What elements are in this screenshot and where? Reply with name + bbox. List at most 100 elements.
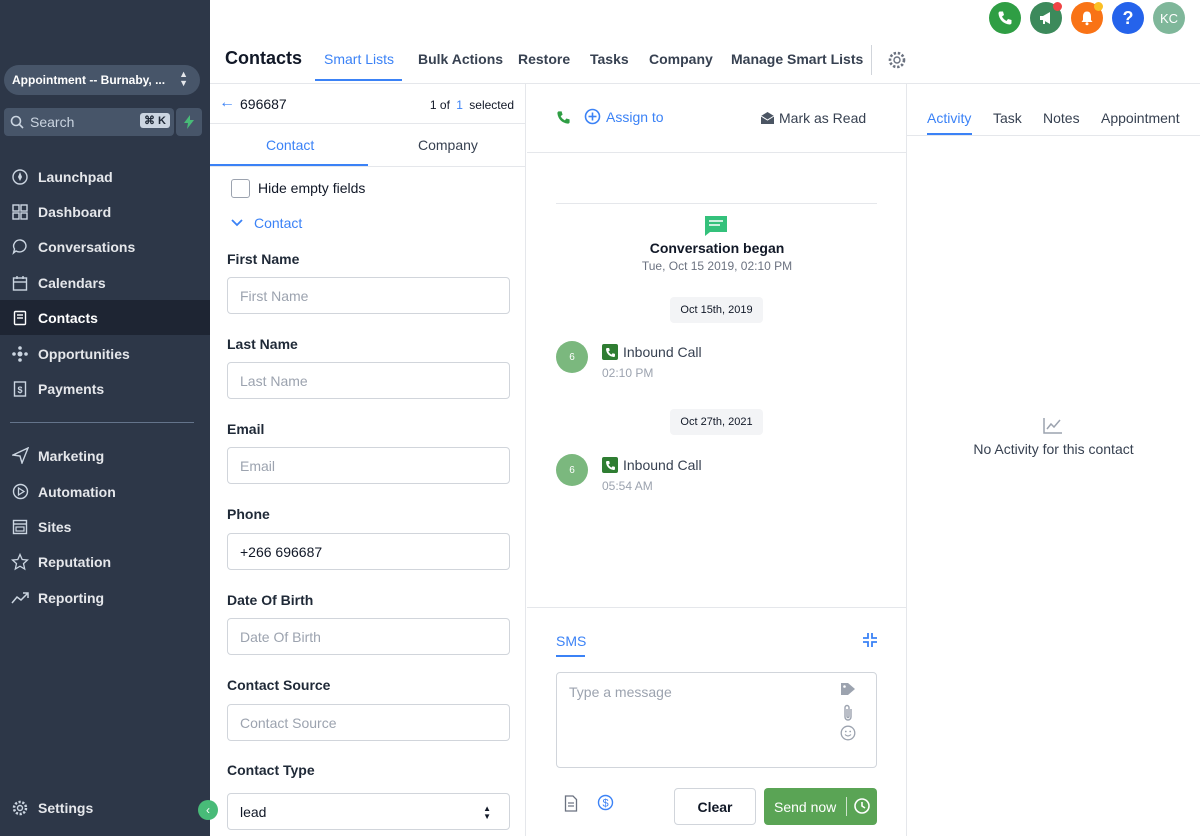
phone-field[interactable]	[227, 533, 510, 570]
back-arrow-icon[interactable]: ←	[219, 94, 235, 112]
call-icon[interactable]	[556, 110, 571, 125]
updown-chevron-icon: ▲ ▼	[483, 804, 491, 821]
email-field[interactable]	[227, 447, 510, 484]
active-tab-indicator	[315, 79, 402, 81]
sidebar-item-payments[interactable]: $ Payments	[0, 371, 210, 406]
sidebar-item-marketing[interactable]: Marketing	[0, 438, 210, 473]
composer-divider	[527, 607, 907, 608]
contact-type-value: lead	[240, 803, 267, 820]
sidebar-item-dashboard[interactable]: Dashboard	[0, 194, 210, 229]
settings-gear-button[interactable]	[887, 50, 907, 75]
location-switcher[interactable]: Appointment -- Burnaby, ... ▲ ▼	[4, 65, 200, 95]
help-button[interactable]: ?	[1112, 2, 1144, 34]
mark-as-read-button[interactable]: Mark as Read	[760, 110, 866, 126]
sidebar-item-calendars[interactable]: Calendars	[0, 265, 210, 300]
phone-label: Phone	[227, 506, 270, 522]
call-event: Inbound Call	[602, 344, 702, 360]
sidebar-item-label: Settings	[38, 799, 94, 816]
date-separator: Oct 15th, 2019	[670, 297, 763, 323]
tab-tasks[interactable]: Tasks	[590, 51, 629, 67]
sidebar-item-label: Marketing	[38, 447, 105, 464]
assign-to-label: Assign to	[606, 108, 664, 125]
tab-smart-lists[interactable]: Smart Lists	[324, 51, 394, 67]
sidebar-item-automation[interactable]: Automation	[0, 474, 210, 509]
dob-label: Date Of Birth	[227, 592, 314, 608]
call-type: Inbound Call	[623, 344, 702, 360]
announcements-button[interactable]	[1030, 2, 1062, 34]
activity-panel: Activity Task Notes Appointment No Activ…	[907, 84, 1200, 836]
tab-company[interactable]: Company	[649, 51, 713, 67]
sidebar-item-sites[interactable]: Sites	[0, 509, 210, 544]
assign-to-button[interactable]: Assign to	[584, 108, 664, 125]
last-name-field[interactable]	[227, 362, 510, 399]
quick-action-button[interactable]	[176, 108, 202, 136]
rocket-icon	[10, 167, 30, 187]
tab-sms[interactable]: SMS	[556, 633, 586, 649]
sidebar-divider	[10, 422, 194, 423]
sidebar-item-reporting[interactable]: Reporting	[0, 580, 210, 615]
star-icon	[10, 552, 30, 572]
sidebar-item-launchpad[interactable]: Launchpad	[0, 159, 210, 194]
call-time: 05:54 AM	[602, 479, 653, 493]
contact-source-field[interactable]	[227, 704, 510, 741]
sidebar-item-conversations[interactable]: Conversations	[0, 229, 210, 264]
document-icon[interactable]	[564, 795, 578, 812]
contact-section-toggle[interactable]: Contact	[230, 215, 302, 231]
sidebar-item-label: Reputation	[38, 553, 112, 570]
search-input[interactable]: Search ⌘ K	[4, 108, 174, 136]
phone-icon	[998, 11, 1012, 25]
conversation-header: Assign to Mark as Read	[527, 84, 907, 153]
chat-icon	[10, 237, 30, 257]
phone-button[interactable]	[989, 2, 1021, 34]
search-shortcut: ⌘ K	[140, 113, 170, 128]
sidebar-item-settings[interactable]: Settings	[0, 790, 210, 825]
message-icon	[705, 216, 727, 236]
emoji-icon[interactable]	[840, 725, 856, 741]
tab-notes[interactable]: Notes	[1043, 110, 1080, 126]
collapse-composer-icon[interactable]	[862, 632, 878, 648]
sidebar-item-opportunities[interactable]: Opportunities	[0, 336, 210, 371]
collapse-sidebar-button[interactable]: ‹	[198, 800, 218, 820]
contact-details-panel: ← 696687 1 of 1 selected Contact Company…	[210, 84, 526, 836]
schedule-clock-icon[interactable]	[853, 797, 871, 815]
tab-restore[interactable]: Restore	[518, 51, 570, 67]
message-input[interactable]: Type a message	[556, 672, 877, 768]
tab-company-details[interactable]: Company	[418, 137, 478, 153]
tab-appointment[interactable]: Appointment	[1101, 110, 1180, 126]
contact-panel-header: ← 696687 1 of 1 selected	[210, 84, 526, 124]
megaphone-icon	[1040, 12, 1050, 24]
tab-task[interactable]: Task	[993, 110, 1022, 126]
sidebar-item-contacts[interactable]: Contacts	[0, 300, 210, 335]
pager-count[interactable]: 1	[456, 98, 463, 112]
phone-icon	[602, 344, 618, 360]
contact-type-select[interactable]: lead ▲ ▼	[227, 793, 510, 830]
message-placeholder: Type a message	[569, 684, 672, 700]
tab-bulk-actions[interactable]: Bulk Actions	[418, 51, 503, 67]
sites-icon	[10, 517, 30, 537]
hide-empty-checkbox[interactable]	[231, 179, 250, 198]
opportunities-icon	[10, 344, 30, 364]
contact-source-label: Contact Source	[227, 677, 331, 693]
tag-icon[interactable]	[840, 682, 858, 696]
dollar-icon[interactable]: $	[597, 794, 614, 811]
user-avatar[interactable]: KC	[1153, 2, 1185, 34]
conversation-panel: Assign to Mark as Read Conversation bega…	[527, 84, 907, 836]
tab-manage-smart-lists[interactable]: Manage Smart Lists	[731, 51, 863, 67]
dob-field[interactable]	[227, 618, 510, 655]
sidebar-item-label: Sites	[38, 518, 72, 535]
clear-button[interactable]: Clear	[674, 788, 756, 825]
paperclip-icon[interactable]	[842, 704, 854, 722]
tab-contact[interactable]: Contact	[266, 137, 314, 153]
tab-activity[interactable]: Activity	[927, 110, 971, 126]
tab-divider	[907, 135, 1200, 136]
call-type: Inbound Call	[623, 457, 702, 473]
sidebar-item-reputation[interactable]: Reputation	[0, 544, 210, 579]
contact-id: 696687	[240, 96, 287, 112]
first-name-field[interactable]	[227, 277, 510, 314]
notifications-button[interactable]	[1071, 2, 1103, 34]
notification-dot	[1053, 2, 1062, 11]
plus-circle-icon	[584, 108, 601, 125]
gear-icon	[888, 51, 906, 69]
section-label: Contact	[254, 215, 303, 231]
send-now-button[interactable]: Send now	[764, 788, 877, 825]
